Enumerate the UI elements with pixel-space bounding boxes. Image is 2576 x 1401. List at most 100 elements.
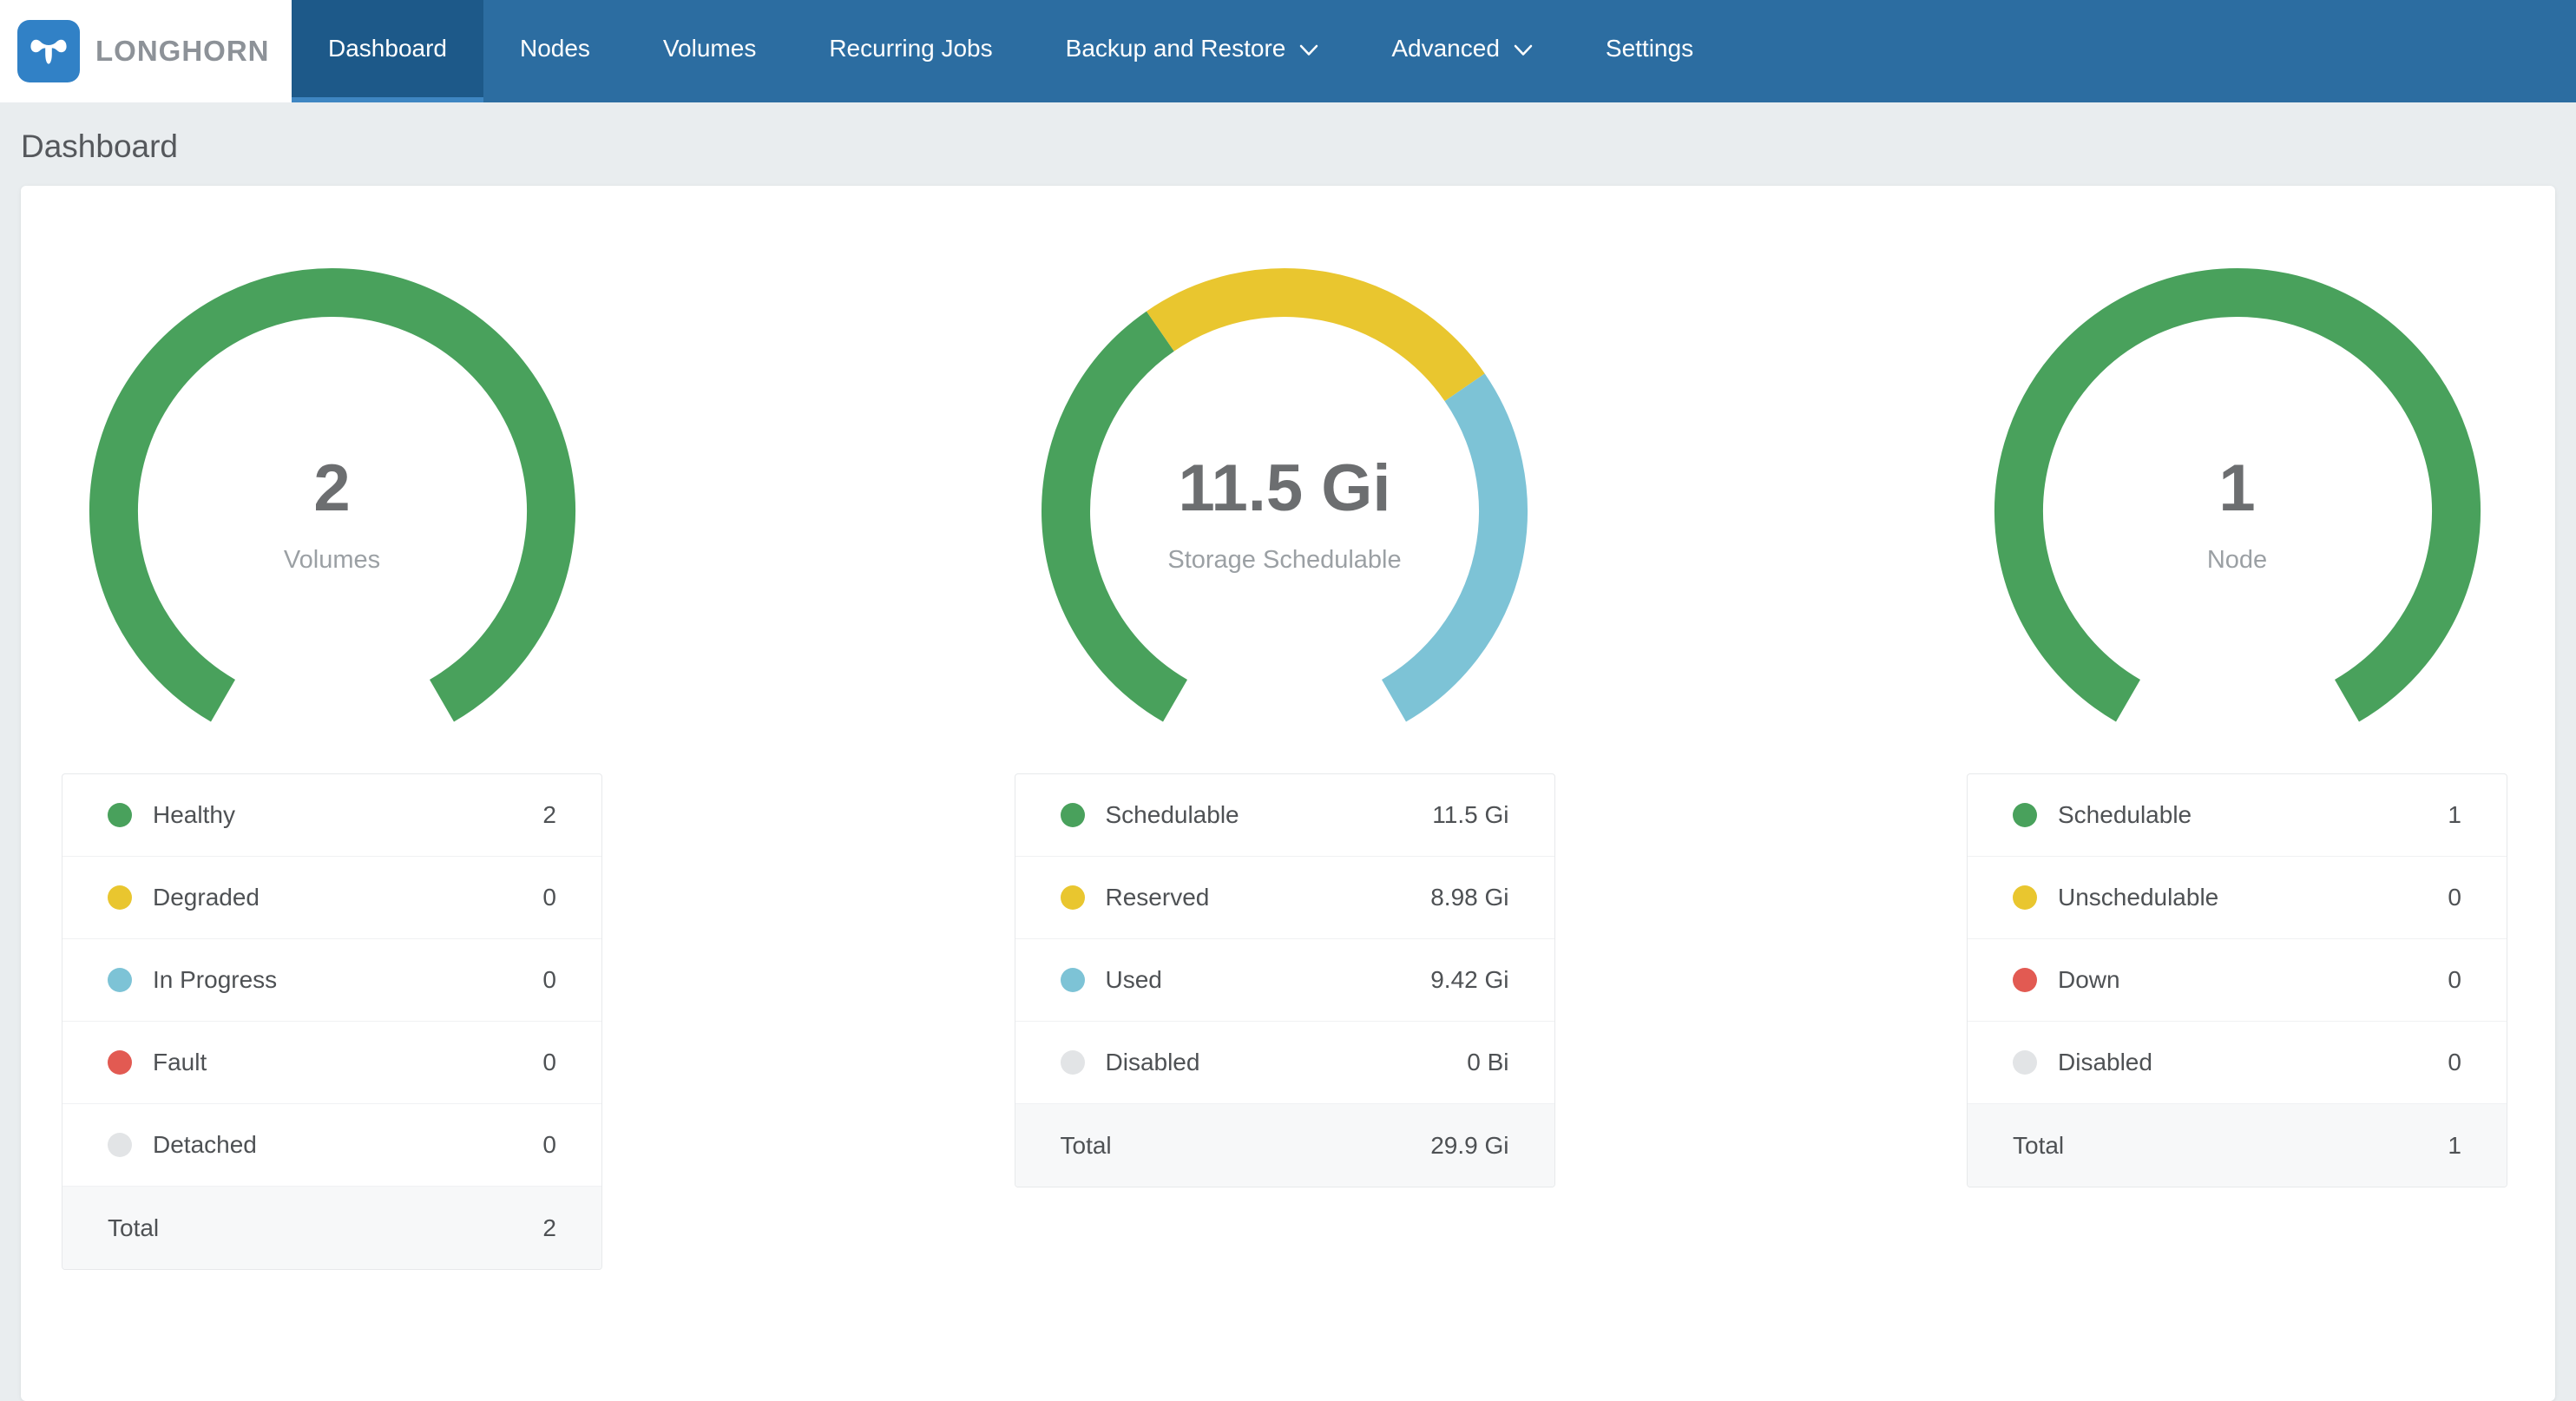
volumes-gauge: 2 Volumes	[81, 260, 584, 763]
nav-item-label: Dashboard	[328, 35, 447, 62]
nav-item-nodes[interactable]: Nodes	[483, 0, 627, 102]
legend-row: Degraded 0	[62, 857, 601, 939]
storage-gauge-arc	[1033, 260, 1536, 763]
legend-label: Fault	[153, 1049, 207, 1076]
volumes-legend-table: Healthy2Degraded0In Progress0Fault0Detac…	[62, 773, 602, 1270]
legend-total-row: Total 29.9 Gi	[1015, 1104, 1554, 1187]
legend-color-dot	[2013, 885, 2037, 910]
legend-value: 0 Bi	[1467, 1049, 1508, 1076]
legend-label: Detached	[153, 1131, 257, 1159]
storage-panel: 11.5 Gi Storage Schedulable Schedulable 1…	[1015, 260, 1555, 1187]
legend-row: Detached 0	[62, 1104, 601, 1187]
legend-rows: Schedulable 11.5 Gi Reserved 8.98 Gi Used 9.4…	[1015, 774, 1554, 1104]
legend-color-dot	[108, 1050, 132, 1075]
longhorn-bull-icon	[17, 20, 80, 82]
main-nav: Dashboard Nodes Volumes Recurring Jobs B…	[292, 0, 1730, 102]
gauge-arc-segment	[1066, 332, 1175, 701]
legend-value: 1	[2448, 801, 2461, 829]
gauge-arc-segment	[114, 293, 551, 700]
legend-value: 0	[2448, 966, 2461, 994]
node-legend-table: Schedulable 1 Unschedulable 0 Down 0 Disabled 0…	[1967, 773, 2507, 1187]
legend-label: Schedulable	[1106, 801, 1239, 829]
nav-item-label: Settings	[1606, 35, 1693, 62]
storage-gauge: 11.5 Gi Storage Schedulable	[1033, 260, 1536, 763]
legend-color-dot	[1061, 968, 1085, 992]
storage-legend-table: Schedulable 11.5 Gi Reserved 8.98 Gi Used 9.4…	[1015, 773, 1555, 1187]
nav-item-label: Nodes	[520, 35, 590, 62]
legend-color-dot	[1061, 803, 1085, 827]
legend-label: Disabled	[1106, 1049, 1200, 1076]
node-panel: 1 Node Schedulable1Unschedulable0Down0Di…	[1967, 260, 2507, 1187]
legend-row: Fault 0	[62, 1022, 601, 1104]
nav-item-recurring-jobs[interactable]: Recurring Jobs	[792, 0, 1028, 102]
legend-row: Schedulable 11.5 Gi	[1015, 774, 1554, 857]
legend-color-dot	[1061, 885, 1085, 910]
legend-color-dot	[108, 885, 132, 910]
legend-total-row: Total 2	[62, 1187, 601, 1269]
legend-color-dot	[1061, 1050, 1085, 1075]
legend-label: Reserved	[1106, 884, 1210, 911]
nav-item-dashboard[interactable]: Dashboard	[292, 0, 483, 102]
gauge-arc-segment	[1394, 387, 1503, 700]
legend-value: 0	[542, 1131, 556, 1159]
legend-total-label: Total	[108, 1214, 159, 1242]
longhorn-logo[interactable]: LONGHORN	[0, 0, 292, 102]
nav-item-advanced[interactable]: Advanced	[1355, 0, 1569, 102]
legend-label: Degraded	[153, 884, 260, 911]
legend-label: Healthy	[153, 801, 235, 829]
legend-label: In Progress	[153, 966, 277, 994]
chevron-down-icon	[1299, 44, 1318, 56]
page-header: Dashboard	[0, 102, 2576, 165]
nav-item-label: Advanced	[1391, 35, 1500, 62]
legend-value: 2	[542, 801, 556, 829]
legend-total-label: Total	[2013, 1132, 2064, 1160]
node-gauge: 1 Node	[1986, 260, 2489, 763]
legend-value: 0	[542, 1049, 556, 1076]
legend-rows: Healthy2Degraded0In Progress0Fault0Detac…	[62, 774, 601, 1187]
nav-item-label: Backup and Restore	[1066, 35, 1286, 62]
legend-value: 0	[2448, 884, 2461, 911]
legend-total-value: 29.9 Gi	[1430, 1132, 1508, 1160]
nav-item-label: Recurring Jobs	[829, 35, 992, 62]
legend-row: Unschedulable 0	[1968, 857, 2507, 939]
legend-value: 11.5 Gi	[1432, 801, 1508, 829]
legend-label: Used	[1106, 966, 1162, 994]
legend-label: Disabled	[2058, 1049, 2152, 1076]
legend-row: Schedulable 1	[1968, 774, 2507, 857]
gauge-arc-segment	[1160, 293, 1465, 387]
legend-label: Unschedulable	[2058, 884, 2218, 911]
legend-row: In Progress 0	[62, 939, 601, 1022]
dashboard-card: 2 Volumes Healthy2Degraded0In Progress0F…	[21, 186, 2555, 1401]
nav-item-backup-and-restore[interactable]: Backup and Restore	[1029, 0, 1356, 102]
legend-value: 8.98 Gi	[1430, 884, 1508, 911]
volumes-gauge-arc	[81, 260, 584, 763]
nav-item-settings[interactable]: Settings	[1569, 0, 1730, 102]
legend-color-dot	[2013, 968, 2037, 992]
volumes-panel: 2 Volumes Healthy2Degraded0In Progress0F…	[62, 260, 602, 1270]
legend-value: 0	[2448, 1049, 2461, 1076]
brand-name: LONGHORN	[95, 35, 270, 68]
legend-value: 9.42 Gi	[1430, 966, 1508, 994]
legend-row: Used 9.42 Gi	[1015, 939, 1554, 1022]
legend-color-dot	[108, 803, 132, 827]
legend-color-dot	[108, 1133, 132, 1157]
legend-color-dot	[2013, 1050, 2037, 1075]
nav-item-volumes[interactable]: Volumes	[627, 0, 792, 102]
legend-row: Down 0	[1968, 939, 2507, 1022]
legend-total-value: 2	[542, 1214, 556, 1242]
legend-value: 0	[542, 966, 556, 994]
legend-row: Reserved 8.98 Gi	[1015, 857, 1554, 939]
nav-item-label: Volumes	[663, 35, 756, 62]
page-title: Dashboard	[21, 128, 2576, 165]
top-navbar: LONGHORN Dashboard Nodes Volumes Recurri…	[0, 0, 2576, 102]
legend-color-dot	[2013, 803, 2037, 827]
node-gauge-arc	[1986, 260, 2489, 763]
legend-row: Disabled 0 Bi	[1015, 1022, 1554, 1104]
legend-label: Schedulable	[2058, 801, 2192, 829]
legend-total-value: 1	[2448, 1132, 2461, 1160]
legend-value: 0	[542, 884, 556, 911]
legend-row: Disabled 0	[1968, 1022, 2507, 1104]
legend-rows: Schedulable 1 Unschedulable 0 Down 0 Disabled 0	[1968, 774, 2507, 1104]
legend-row: Healthy 2	[62, 774, 601, 857]
legend-label: Down	[2058, 966, 2120, 994]
